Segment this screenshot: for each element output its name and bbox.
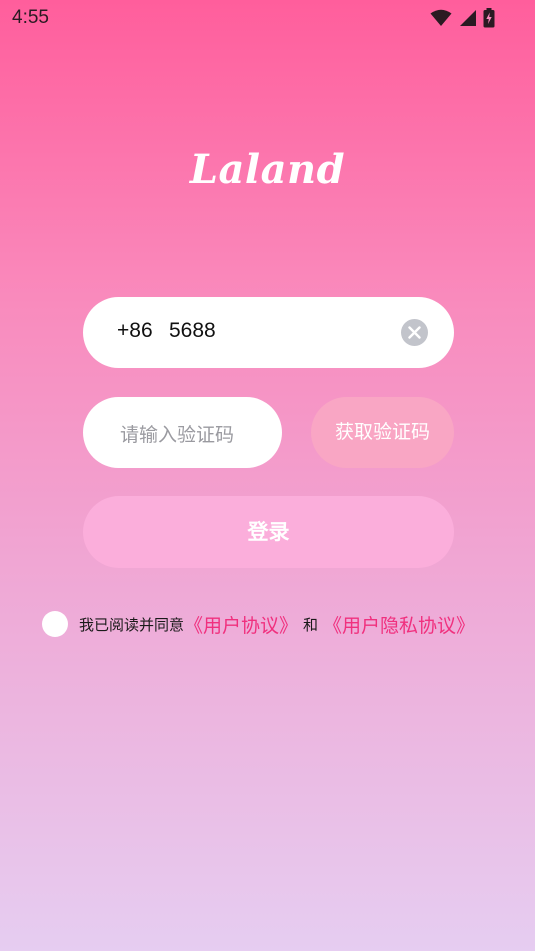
app-logo: Laland [189, 146, 346, 193]
cellular-signal-icon [458, 9, 477, 27]
phone-number-value: 5688 [169, 319, 216, 342]
privacy-policy-link[interactable]: 《用户隐私协议》 [323, 611, 475, 638]
verification-code-input[interactable]: 请输入验证码 [83, 397, 282, 468]
wifi-icon [430, 9, 452, 27]
agreement-and-text: 和 [303, 615, 319, 634]
agreement-prefix-text: 我已阅读并同意 [79, 615, 185, 634]
login-button[interactable]: 登录 [83, 496, 454, 568]
get-code-button[interactable]: 获取验证码 [311, 397, 454, 468]
country-code-prefix[interactable]: +86 [117, 319, 153, 343]
verification-code-placeholder: 请输入验证码 [120, 424, 235, 446]
status-icons [430, 8, 495, 28]
phone-input[interactable]: +86 5688 [83, 297, 454, 368]
agreement-row: 我已阅读并同意 《用户协议》 和 《用户隐私协议》 [42, 611, 475, 637]
agreement-checkbox[interactable] [42, 611, 68, 637]
clear-icon[interactable] [401, 319, 428, 346]
battery-charging-icon [483, 8, 495, 28]
user-agreement-link[interactable]: 《用户协议》 [184, 611, 298, 638]
status-bar: 4:55 [0, 0, 535, 36]
status-time: 4:55 [12, 7, 49, 28]
